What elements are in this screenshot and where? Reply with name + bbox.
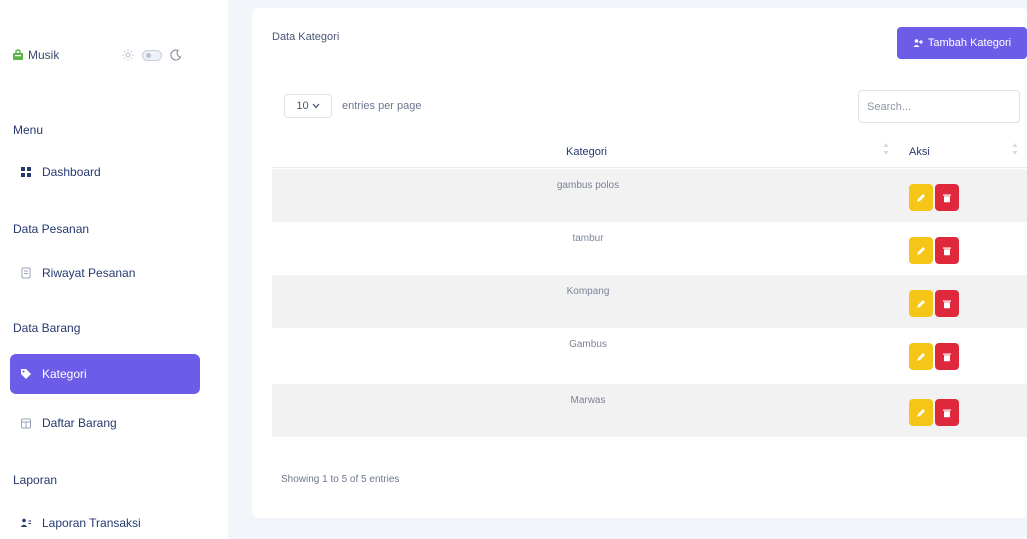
sidebar-item-dashboard[interactable]: Dashboard <box>10 152 200 192</box>
per-page-select[interactable]: 10 <box>284 94 332 118</box>
data-pesanan-section-title: Data Pesanan <box>13 222 90 236</box>
table-row: Kompang <box>272 275 1027 328</box>
pencil-icon <box>917 408 925 417</box>
trash-icon <box>943 300 951 308</box>
kategori-cell: Marwas <box>570 395 606 406</box>
per-page-label: entries per page <box>342 100 422 112</box>
delete-button[interactable] <box>935 343 959 370</box>
column-header-aksi[interactable]: Aksi <box>909 146 930 158</box>
sidebar: Musik Menu Dashboard Data Pesanan Riwaya… <box>0 0 228 539</box>
brand-name: Musik <box>28 48 60 62</box>
moon-icon <box>170 49 182 61</box>
sidebar-item-daftar-barang[interactable]: Daftar Barang <box>10 403 200 443</box>
sidebar-item-label: Kategori <box>42 367 87 381</box>
sun-icon <box>122 49 134 61</box>
table-info: Showing 1 to 5 of 5 entries <box>281 474 400 485</box>
table-row: gambus polos <box>272 169 1027 222</box>
edit-button[interactable] <box>909 399 933 426</box>
trash-icon <box>943 353 951 361</box>
edit-button[interactable] <box>909 184 933 211</box>
delete-button[interactable] <box>935 290 959 317</box>
theme-controls <box>122 44 182 66</box>
page-title: Data Kategori <box>272 31 340 43</box>
edit-button[interactable] <box>909 343 933 370</box>
add-kategori-button[interactable]: Tambah Kategori <box>897 27 1027 59</box>
sidebar-item-label: Daftar Barang <box>42 416 117 430</box>
trash-icon <box>943 194 951 202</box>
sidebar-item-kategori[interactable]: Kategori <box>10 354 200 394</box>
kategori-cell: Kompang <box>566 286 610 297</box>
chevron-down-icon <box>312 103 320 109</box>
kategori-cell: gambus polos <box>556 180 620 191</box>
edit-button[interactable] <box>909 237 933 264</box>
kategori-cell: tambur <box>572 233 604 244</box>
pencil-icon <box>917 246 925 255</box>
pencil-icon <box>917 193 925 202</box>
laporan-section-title: Laporan <box>13 473 58 487</box>
per-page-control: 10 entries per page <box>284 94 422 118</box>
sidebar-item-label: Laporan Transaksi <box>42 516 141 530</box>
sidebar-item-label: Riwayat Pesanan <box>42 266 136 280</box>
sidebar-item-label: Dashboard <box>42 165 101 179</box>
edit-button[interactable] <box>909 290 933 317</box>
search-input[interactable] <box>858 90 1020 123</box>
brand-link[interactable]: Musik <box>12 48 59 62</box>
users-icon <box>20 518 31 527</box>
add-kategori-label: Tambah Kategori <box>927 37 1012 49</box>
table-row: Marwas <box>272 384 1027 437</box>
delete-button[interactable] <box>935 184 959 211</box>
sort-icon[interactable] <box>1012 142 1018 156</box>
grid-icon <box>21 167 31 177</box>
brand: Musik <box>12 44 212 66</box>
kategori-cell: Gambus <box>569 339 607 350</box>
add-user-icon <box>913 39 923 47</box>
sort-icon[interactable] <box>883 142 889 156</box>
box-icon <box>21 418 31 429</box>
pencil-icon <box>917 299 925 308</box>
menu-section-title: Menu <box>13 123 44 137</box>
table-row: Gambus <box>272 328 1027 381</box>
sidebar-item-riwayat-pesanan[interactable]: Riwayat Pesanan <box>10 253 200 293</box>
data-barang-section-title: Data Barang <box>13 321 81 335</box>
document-icon <box>21 267 31 279</box>
theme-toggle[interactable] <box>142 49 162 61</box>
pencil-icon <box>917 352 925 361</box>
table-row: tambur <box>272 222 1027 275</box>
trash-icon <box>943 247 951 255</box>
sidebar-item-laporan-transaksi[interactable]: Laporan Transaksi <box>10 503 200 539</box>
trash-icon <box>943 409 951 417</box>
column-header-kategori[interactable]: Kategori <box>566 146 607 158</box>
music-logo-icon <box>13 49 23 60</box>
tag-icon <box>21 369 31 379</box>
per-page-value: 10 <box>296 100 309 112</box>
delete-button[interactable] <box>935 237 959 264</box>
delete-button[interactable] <box>935 399 959 426</box>
